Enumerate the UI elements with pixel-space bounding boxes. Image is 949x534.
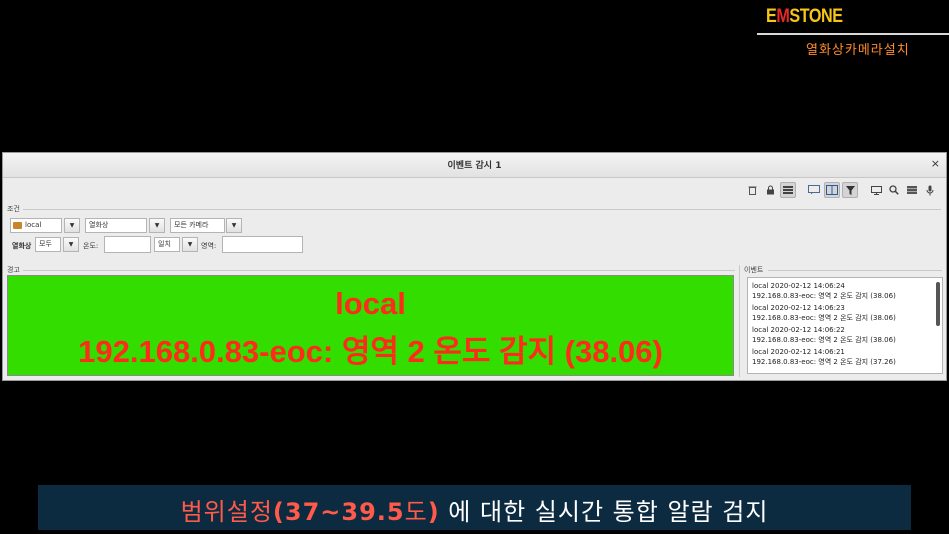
caption-text: 범위설정(37~39.5도) 에 대한 실시간 통합 알람 검지: [38, 492, 911, 527]
comparison-select-chevron-down-icon[interactable]: ▼: [182, 237, 198, 252]
logo-letters-stone: STONE: [789, 6, 843, 27]
thermal-select-chevron-down-icon[interactable]: ▼: [63, 237, 79, 252]
alert-divider: [23, 270, 735, 271]
thermal-label: 열화상: [12, 242, 32, 250]
event-monitor-window: 이벤트 감시 1 × 조건 local ▼ 열화상 ▼ 모든 카메라 ▼ 열화상…: [2, 152, 947, 381]
comparison-select[interactable]: 일치: [154, 237, 180, 252]
caption-bar: 범위설정(37~39.5도) 에 대한 실시간 통합 알람 검지: [38, 485, 911, 530]
brand-subtitle: 열화상카메라설치: [806, 43, 910, 58]
alert-panel: local 192.168.0.83-eoc: 영역 2 온도 감지 (38.0…: [7, 275, 734, 376]
monitor-icon[interactable]: [868, 182, 884, 198]
pane-separator[interactable]: [739, 265, 740, 377]
type-select[interactable]: 열화상: [85, 218, 147, 233]
site-select[interactable]: local: [10, 218, 62, 233]
trash-icon[interactable]: [744, 182, 760, 198]
type-select-chevron-down-icon[interactable]: ▼: [149, 218, 165, 233]
site-select-value: local: [25, 221, 42, 229]
list-item[interactable]: local 2020-02-12 14:06:21 192.168.0.83-e…: [752, 347, 896, 367]
logo-letter-m: M: [776, 6, 790, 27]
alert-section-label: 경고: [7, 266, 20, 274]
events-section-label: 이벤트: [744, 266, 764, 274]
events-divider: [768, 270, 942, 271]
window-title: 이벤트 감시 1: [447, 161, 502, 171]
logo-letter-e: E: [766, 6, 777, 27]
list-icon[interactable]: [780, 182, 796, 198]
event-body: 192.168.0.83-eoc: 영역 2 온도 감지 (38.06): [752, 336, 896, 344]
microphone-icon[interactable]: [922, 182, 938, 198]
event-header: local 2020-02-12 14:06:22: [752, 326, 845, 334]
camera-select[interactable]: 모든 카메라: [170, 218, 225, 233]
temperature-label: 온도:: [83, 242, 99, 250]
caption-degree: 도: [404, 498, 428, 526]
thermal-select[interactable]: 모두: [35, 237, 61, 252]
event-body: 192.168.0.83-eoc: 영역 2 온도 감지 (38.06): [752, 292, 896, 300]
window-titlebar[interactable]: 이벤트 감시 1 ×: [3, 153, 946, 178]
caption-range-setting: 범위설정: [180, 498, 273, 526]
lock-icon[interactable]: [762, 182, 778, 198]
site-select-chevron-down-icon[interactable]: ▼: [64, 218, 80, 233]
grid-icon[interactable]: [904, 182, 920, 198]
emstone-logo: EMSTONE: [766, 6, 843, 28]
chat-icon[interactable]: [806, 182, 822, 198]
list-item[interactable]: local 2020-02-12 14:06:24 192.168.0.83-e…: [752, 281, 896, 301]
list-item[interactable]: local 2020-02-12 14:06:23 192.168.0.83-e…: [752, 303, 896, 323]
filter-icon[interactable]: [842, 182, 858, 198]
camera-select-chevron-down-icon[interactable]: ▼: [226, 218, 242, 233]
list-item[interactable]: local 2020-02-12 14:06:22 192.168.0.83-e…: [752, 325, 896, 345]
area-label: 영역:: [201, 242, 217, 250]
event-body: 192.168.0.83-eoc: 영역 2 온도 감지 (37.26): [752, 358, 896, 366]
condition-divider: [23, 209, 941, 210]
caption-range-value: (37~39.5: [272, 498, 405, 526]
close-icon[interactable]: ×: [931, 157, 940, 170]
condition-section-label: 조건: [7, 205, 20, 213]
toolbar: [744, 181, 938, 199]
event-body: 192.168.0.83-eoc: 영역 2 온도 감지 (38.06): [752, 314, 896, 322]
event-header: local 2020-02-12 14:06:23: [752, 304, 845, 312]
area-input[interactable]: [222, 236, 303, 253]
brand-logo-block: EMSTONE 열화상카메라설치: [757, 4, 949, 60]
alert-message: 192.168.0.83-eoc: 영역 2 온도 감지 (38.06): [78, 334, 663, 369]
events-scrollbar[interactable]: [936, 282, 940, 326]
events-list[interactable]: local 2020-02-12 14:06:24 192.168.0.83-e…: [747, 277, 943, 374]
split-view-icon[interactable]: [824, 182, 840, 198]
folder-icon: [13, 222, 22, 229]
caption-paren: ): [427, 498, 440, 526]
event-header: local 2020-02-12 14:06:24: [752, 282, 845, 290]
event-header: local 2020-02-12 14:06:21: [752, 348, 845, 356]
temperature-input[interactable]: [104, 236, 151, 253]
brand-divider: [757, 33, 949, 35]
search-icon[interactable]: [886, 182, 902, 198]
caption-description: 에 대한 실시간 통합 알람 검지: [439, 498, 769, 526]
alert-site: local: [335, 286, 406, 321]
